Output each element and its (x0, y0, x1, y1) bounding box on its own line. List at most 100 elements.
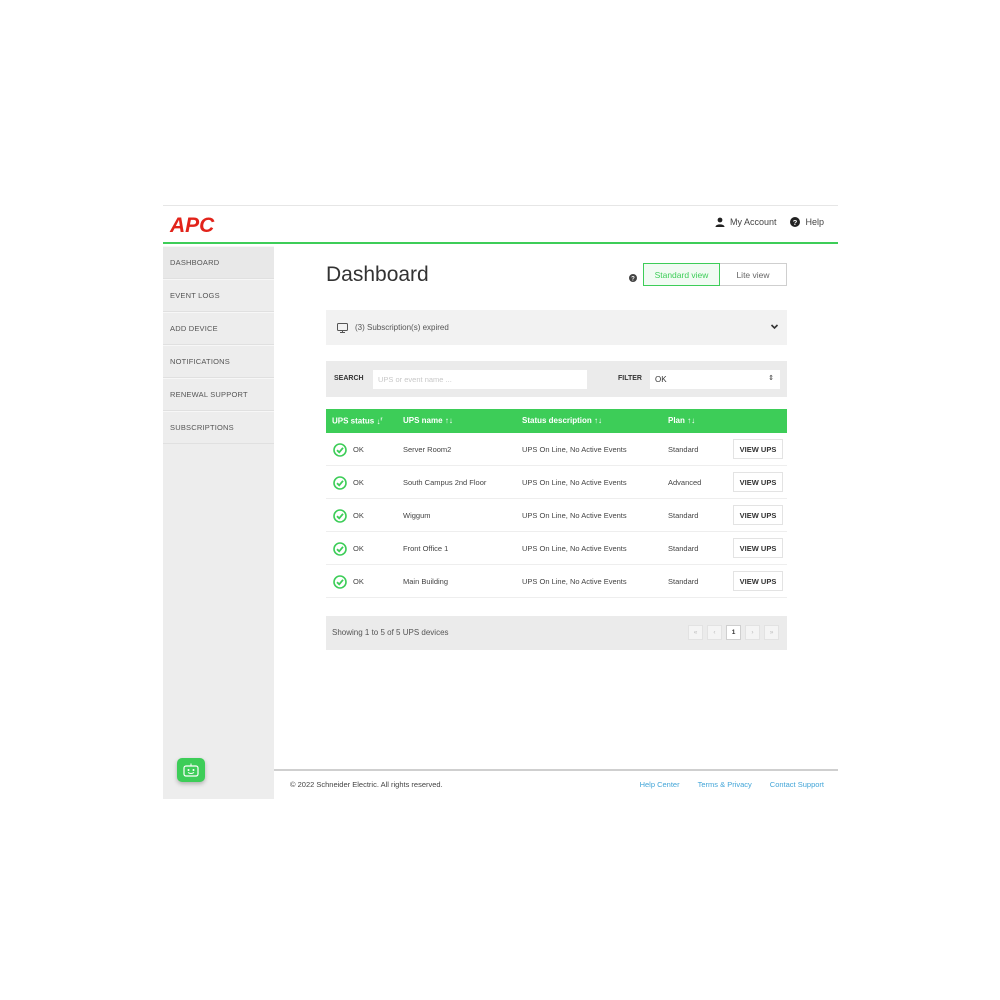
row-status: OK (353, 577, 364, 586)
select-arrows-icon: ⇕ (768, 375, 774, 382)
help-center-link[interactable]: Help Center (640, 780, 680, 789)
top-header: APC My Account ? Help (163, 206, 838, 244)
apc-logo[interactable]: APC (169, 212, 233, 236)
lite-view-button[interactable]: Lite view (720, 263, 787, 286)
row-status: OK (353, 445, 364, 454)
view-ups-button[interactable]: VIEW UPS (733, 505, 783, 525)
ups-table: UPS status ↓r UPS name ↑↓ Status descrip… (326, 409, 787, 598)
table-row: OK South Campus 2nd Floor UPS On Line, N… (326, 466, 787, 499)
row-ups-name: Front Office 1 (403, 544, 449, 553)
sort-desc-icon: ↓r (376, 416, 383, 426)
first-page-button[interactable]: « (688, 625, 703, 640)
column-header-ups-name[interactable]: UPS name ↑↓ (403, 416, 453, 425)
user-icon (715, 217, 725, 227)
page-footer: © 2022 Schneider Electric. All rights re… (274, 769, 838, 799)
row-ups-name: Main Building (403, 577, 449, 586)
row-ups-name: Server Room2 (403, 445, 452, 454)
row-status: OK (353, 511, 364, 520)
info-icon[interactable]: ? (629, 274, 637, 282)
table-footer: Showing 1 to 5 of 5 UPS devices « ‹ 1 › … (326, 616, 787, 650)
column-header-plan[interactable]: Plan ↑↓ (668, 416, 695, 425)
page-title: Dashboard (326, 263, 429, 286)
row-plan: Standard (668, 544, 699, 553)
prev-page-button[interactable]: ‹ (707, 625, 722, 640)
svg-text:?: ? (793, 218, 798, 227)
last-page-button[interactable]: » (764, 625, 779, 640)
filter-selected-value: OK (655, 375, 667, 384)
help-icon: ? (790, 217, 801, 227)
sidebar: DASHBOARD EVENT LOGS ADD DEVICE NOTIFICA… (163, 246, 274, 799)
row-plan: Standard (668, 577, 699, 586)
row-status-description: UPS On Line, No Active Events (522, 511, 627, 520)
sidebar-item-label: NOTIFICATIONS (170, 357, 230, 366)
current-page-button[interactable]: 1 (726, 625, 741, 640)
search-filter-bar: SEARCH FILTER OK ⇕ (326, 361, 787, 397)
check-circle-icon (333, 443, 347, 457)
row-status-description: UPS On Line, No Active Events (522, 544, 627, 553)
standard-view-button[interactable]: Standard view (643, 263, 720, 286)
column-header-status-description[interactable]: Status description ↑↓ (522, 416, 602, 425)
filter-select[interactable]: OK ⇕ (650, 370, 780, 389)
help-label: Help (805, 217, 824, 227)
row-ups-name: South Campus 2nd Floor (403, 478, 487, 487)
terms-privacy-link[interactable]: Terms & Privacy (698, 780, 752, 789)
table-row: OK Wiggum UPS On Line, No Active Events … (326, 499, 787, 532)
table-row: OK Server Room2 UPS On Line, No Active E… (326, 433, 787, 466)
search-label: SEARCH (334, 375, 364, 382)
row-status: OK (353, 478, 364, 487)
sidebar-item-dashboard[interactable]: DASHBOARD (163, 246, 274, 279)
my-account-label: My Account (729, 217, 777, 227)
sort-icon: ↑↓ (444, 416, 453, 425)
row-status-description: UPS On Line, No Active Events (522, 577, 627, 586)
chat-bot-icon (183, 763, 199, 777)
check-circle-icon (333, 476, 347, 490)
my-account-link[interactable]: My Account (715, 217, 777, 227)
sidebar-item-notifications[interactable]: NOTIFICATIONS (163, 345, 274, 378)
app-window: APC My Account ? Help DASHBOARD EVENT LO… (163, 205, 838, 799)
main-content: Dashboard ? Standard view Lite view (3) … (274, 246, 838, 769)
row-ups-name: Wiggum (403, 511, 431, 520)
svg-text:?: ? (631, 277, 635, 283)
view-toggle: Standard view Lite view (643, 263, 787, 286)
chat-bot-button[interactable] (177, 758, 205, 782)
row-plan: Standard (668, 445, 699, 454)
table-header: UPS status ↓r UPS name ↑↓ Status descrip… (326, 409, 787, 433)
sort-icon: ↑↓ (687, 416, 696, 425)
sidebar-item-subscriptions[interactable]: SUBSCRIPTIONS (163, 411, 274, 444)
copyright-text: © 2022 Schneider Electric. All rights re… (290, 780, 443, 789)
check-circle-icon (333, 542, 347, 556)
row-status: OK (353, 544, 364, 553)
sidebar-item-add-device[interactable]: ADD DEVICE (163, 312, 274, 345)
footer-links: Help Center Terms & Privacy Contact Supp… (622, 780, 824, 789)
sort-icon: ↑↓ (594, 416, 603, 425)
header-actions: My Account ? Help (701, 217, 824, 227)
sidebar-item-label: SUBSCRIPTIONS (170, 423, 234, 432)
monitor-icon (337, 322, 348, 333)
help-link[interactable]: ? Help (790, 217, 824, 227)
contact-support-link[interactable]: Contact Support (770, 780, 824, 789)
sidebar-item-label: DASHBOARD (170, 258, 220, 267)
table-row: OK Main Building UPS On Line, No Active … (326, 565, 787, 598)
row-plan: Advanced (668, 478, 702, 487)
next-page-button[interactable]: › (745, 625, 760, 640)
check-circle-icon (333, 509, 347, 523)
sidebar-item-renewal-support[interactable]: RENEWAL SUPPORT (163, 378, 274, 411)
view-ups-button[interactable]: VIEW UPS (733, 472, 783, 492)
table-row: OK Front Office 1 UPS On Line, No Active… (326, 532, 787, 565)
sidebar-item-label: ADD DEVICE (170, 324, 218, 333)
pagination-summary: Showing 1 to 5 of 5 UPS devices (332, 628, 449, 637)
sidebar-item-label: EVENT LOGS (170, 291, 220, 300)
pagination: « ‹ 1 › » (684, 625, 779, 640)
row-status-description: UPS On Line, No Active Events (522, 478, 627, 487)
view-ups-button[interactable]: VIEW UPS (733, 571, 783, 591)
view-ups-button[interactable]: VIEW UPS (733, 538, 783, 558)
sidebar-item-event-logs[interactable]: EVENT LOGS (163, 279, 274, 312)
check-circle-icon (333, 575, 347, 589)
column-header-ups-status[interactable]: UPS status ↓r (332, 416, 382, 426)
chevron-down-icon[interactable] (770, 322, 779, 331)
view-ups-button[interactable]: VIEW UPS (733, 439, 783, 459)
row-plan: Standard (668, 511, 699, 520)
svg-text:APC: APC (169, 214, 215, 236)
subscription-expired-banner[interactable]: (3) Subscription(s) expired (326, 310, 787, 345)
search-input[interactable] (373, 370, 587, 389)
